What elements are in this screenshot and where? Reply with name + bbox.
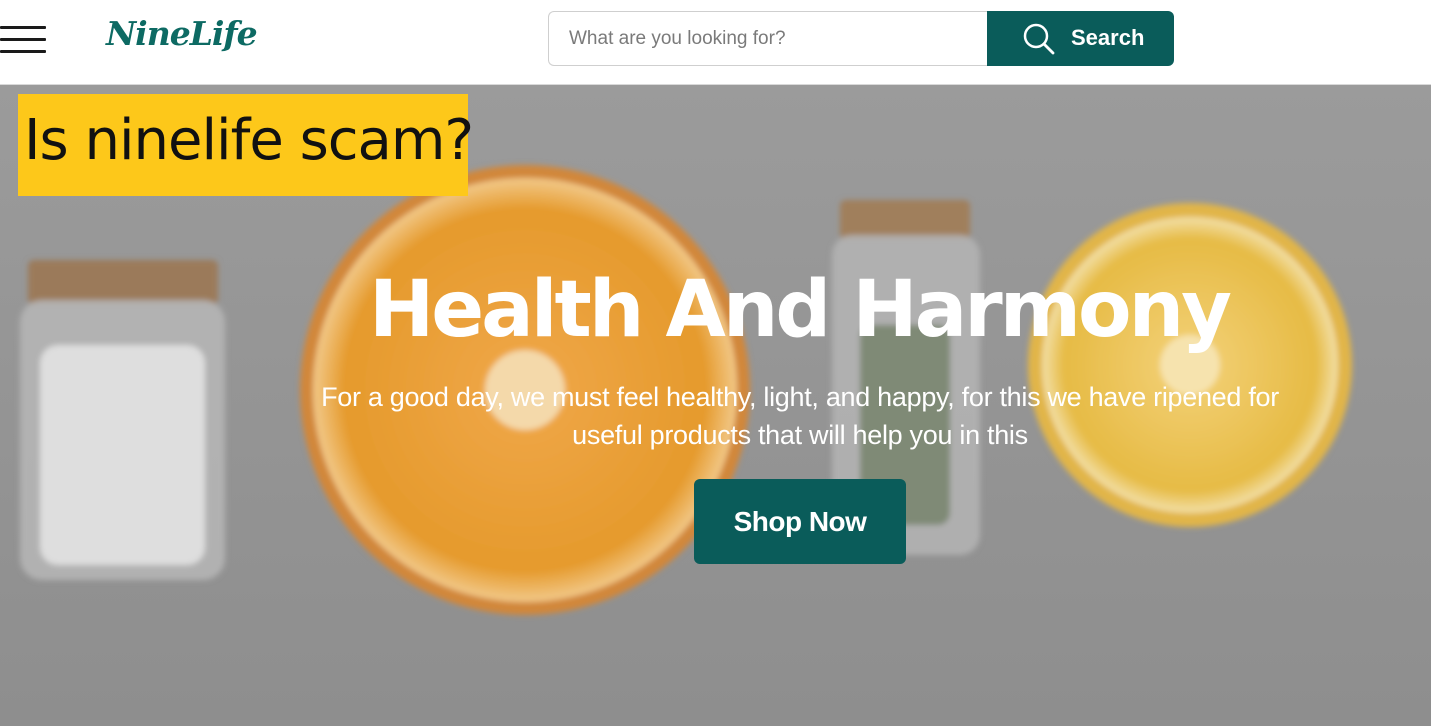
search-input[interactable]	[549, 12, 969, 65]
hamburger-menu-icon[interactable]	[0, 26, 48, 54]
hero-title: Health And Harmony	[368, 265, 1232, 355]
title-overlay-text: Is ninelife scam?	[24, 108, 474, 173]
title-overlay-tag: Is ninelife scam?	[18, 94, 474, 196]
shop-now-button[interactable]: Shop Now	[694, 479, 906, 564]
search-button-label: Search	[1071, 25, 1145, 50]
search-button[interactable]: Search	[987, 11, 1174, 66]
site-logo[interactable]: NineLife	[106, 14, 258, 53]
hero-subtitle: For a good day, we must feel healthy, li…	[321, 382, 1279, 450]
site-header: NineLife Search	[0, 0, 1431, 85]
search-field[interactable]	[548, 11, 989, 66]
search-icon	[1023, 23, 1055, 55]
